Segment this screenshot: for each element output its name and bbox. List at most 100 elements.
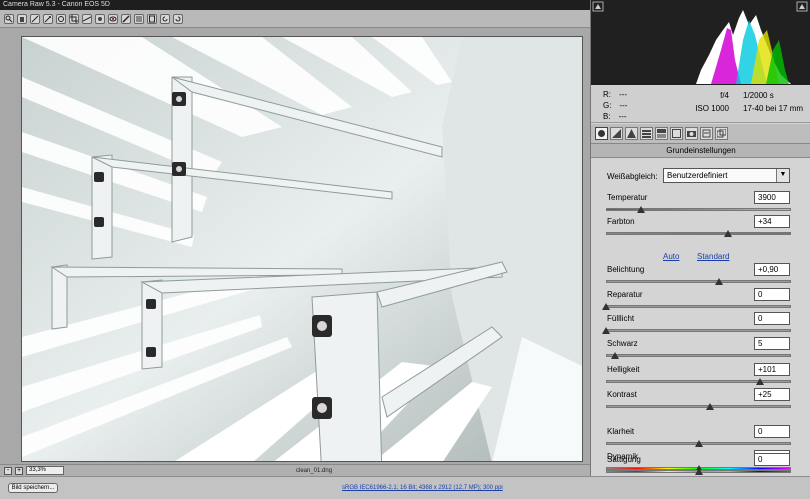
slider-value-field[interactable]: +25 bbox=[754, 388, 790, 401]
slider-row: Fülllicht 0 bbox=[591, 312, 810, 338]
rotate-left-icon[interactable] bbox=[160, 13, 170, 24]
hsl-tab[interactable] bbox=[640, 127, 653, 140]
slider-value-field[interactable]: 0 bbox=[754, 288, 790, 301]
architecture-photo bbox=[22, 37, 582, 461]
tone-curve-tab[interactable] bbox=[610, 127, 623, 140]
slider-track[interactable] bbox=[606, 208, 791, 211]
straighten-icon[interactable] bbox=[82, 13, 92, 24]
color-sampler-icon[interactable] bbox=[43, 13, 53, 24]
window-title: Camera Raw 5.3 - Canon EOS 5D bbox=[0, 0, 590, 10]
slider-thumb[interactable] bbox=[602, 303, 610, 310]
slider-track[interactable] bbox=[606, 354, 791, 357]
chevron-down-icon: ▼ bbox=[776, 169, 789, 182]
slider-row: Temperatur 3900 bbox=[591, 191, 810, 217]
slider-row: Helligkeit +101 bbox=[591, 363, 810, 389]
slider-thumb[interactable] bbox=[611, 352, 620, 359]
zoom-icon[interactable] bbox=[4, 13, 14, 24]
slider-value-field[interactable]: +34 bbox=[754, 215, 790, 228]
slider-value-field[interactable]: 5 bbox=[754, 337, 790, 350]
slider-track[interactable] bbox=[606, 280, 791, 283]
slider-thumb[interactable] bbox=[637, 206, 646, 213]
panel-tabs bbox=[591, 124, 810, 144]
preferences-icon[interactable] bbox=[147, 13, 157, 24]
slider-thumb[interactable] bbox=[694, 468, 703, 475]
slider-value-field[interactable]: 3900 bbox=[754, 191, 790, 204]
tool-bar bbox=[0, 10, 590, 28]
slider-track[interactable] bbox=[606, 232, 791, 235]
slider-label: Schwarz bbox=[607, 339, 638, 348]
slider-row: Kontrast +25 bbox=[591, 388, 810, 414]
zoom-in-button[interactable]: + bbox=[15, 466, 23, 475]
slider-thumb[interactable] bbox=[714, 278, 723, 285]
white-balance-label: Weißabgleich: bbox=[607, 172, 658, 181]
detail-tab[interactable] bbox=[625, 127, 638, 140]
preview-image[interactable] bbox=[21, 36, 583, 462]
camera-calibration-tab[interactable] bbox=[685, 127, 698, 140]
standard-link[interactable]: Standard bbox=[697, 252, 729, 261]
slider-label: Belichtung bbox=[607, 265, 645, 274]
graduated-filter-icon[interactable] bbox=[134, 13, 144, 24]
slider-label: Klarheit bbox=[607, 427, 635, 436]
white-balance-select[interactable]: Benutzerdefiniert ▼ bbox=[663, 168, 790, 183]
target-adjust-icon[interactable] bbox=[56, 13, 66, 24]
slider-row: Belichtung +0,90 bbox=[591, 263, 810, 289]
save-image-button[interactable]: Bild speichern... bbox=[8, 483, 58, 493]
aperture: f/4 bbox=[720, 91, 729, 100]
white-balance-icon[interactable] bbox=[30, 13, 40, 24]
snapshots-tab[interactable] bbox=[715, 127, 728, 140]
zoom-bar: - + 33,3% clean_01.dng bbox=[0, 464, 590, 476]
slider-thumb[interactable] bbox=[755, 378, 764, 385]
histogram bbox=[591, 0, 810, 85]
preview-area bbox=[0, 28, 590, 464]
g-label: G: bbox=[603, 101, 612, 110]
g-value: --- bbox=[619, 101, 628, 110]
workflow-options-link[interactable]: sRGB IEC61966-2.1; 16 Bit; 4368 x 2912 (… bbox=[342, 485, 503, 491]
slider-thumb[interactable] bbox=[705, 403, 714, 410]
slider-label: Sättigung bbox=[607, 455, 641, 464]
slider-value-field[interactable]: +0,90 bbox=[754, 263, 790, 276]
white-balance-value: Benutzerdefiniert bbox=[667, 171, 728, 180]
b-value: --- bbox=[618, 112, 627, 121]
slider-row: Farbton +34 bbox=[591, 215, 810, 241]
slider-label: Farbton bbox=[607, 217, 635, 226]
slider-row: Schwarz 5 bbox=[591, 337, 810, 363]
slider-track[interactable] bbox=[606, 305, 791, 308]
b-label: B: bbox=[603, 112, 611, 121]
slider-label: Temperatur bbox=[607, 193, 648, 202]
basic-tab[interactable] bbox=[595, 127, 608, 140]
slider-value-field[interactable]: +101 bbox=[754, 363, 790, 376]
adjustments-panel: R: --- G: --- B: --- f/4 1/2000 s ISO 1000 … bbox=[590, 0, 810, 476]
slider-track[interactable] bbox=[606, 405, 791, 408]
slider-thumb[interactable] bbox=[602, 327, 610, 334]
slider-label: Fülllicht bbox=[607, 314, 635, 323]
zoom-out-button[interactable]: - bbox=[4, 466, 12, 475]
crop-icon[interactable] bbox=[69, 13, 79, 24]
lens: 17-40 bei 17 mm bbox=[743, 104, 804, 113]
slider-row: Klarheit 0 bbox=[591, 425, 810, 451]
slider-label: Helligkeit bbox=[607, 365, 640, 374]
slider-thumb[interactable] bbox=[694, 440, 703, 447]
red-eye-icon[interactable] bbox=[108, 13, 118, 24]
shutter-speed: 1/2000 s bbox=[743, 91, 774, 100]
slider-value-field[interactable]: 0 bbox=[754, 312, 790, 325]
spot-removal-icon[interactable] bbox=[95, 13, 105, 24]
auto-link[interactable]: Auto bbox=[663, 252, 679, 261]
rotate-right-icon[interactable] bbox=[173, 13, 183, 24]
footer-bar: Bild speichern... sRGB IEC61966-2.1; 16 … bbox=[0, 476, 810, 499]
hand-icon[interactable] bbox=[17, 13, 27, 24]
slider-label: Reparatur bbox=[607, 290, 643, 299]
zoom-level-select[interactable]: 33,3% bbox=[26, 466, 64, 475]
slider-track[interactable] bbox=[606, 329, 791, 332]
slider-value-field[interactable]: 0 bbox=[754, 453, 790, 466]
r-value: --- bbox=[619, 90, 627, 99]
lens-corrections-tab[interactable] bbox=[670, 127, 683, 140]
r-label: R: bbox=[603, 90, 611, 99]
info-area: R: --- G: --- B: --- f/4 1/2000 s ISO 1000 … bbox=[591, 85, 810, 123]
slider-thumb[interactable] bbox=[724, 230, 733, 237]
presets-tab[interactable] bbox=[700, 127, 713, 140]
section-title: Grundeinstellungen bbox=[591, 144, 810, 158]
split-toning-tab[interactable] bbox=[655, 127, 668, 140]
slider-value-field[interactable]: 0 bbox=[754, 425, 790, 438]
slider-label: Kontrast bbox=[607, 390, 637, 399]
adjustment-brush-icon[interactable] bbox=[121, 13, 131, 24]
